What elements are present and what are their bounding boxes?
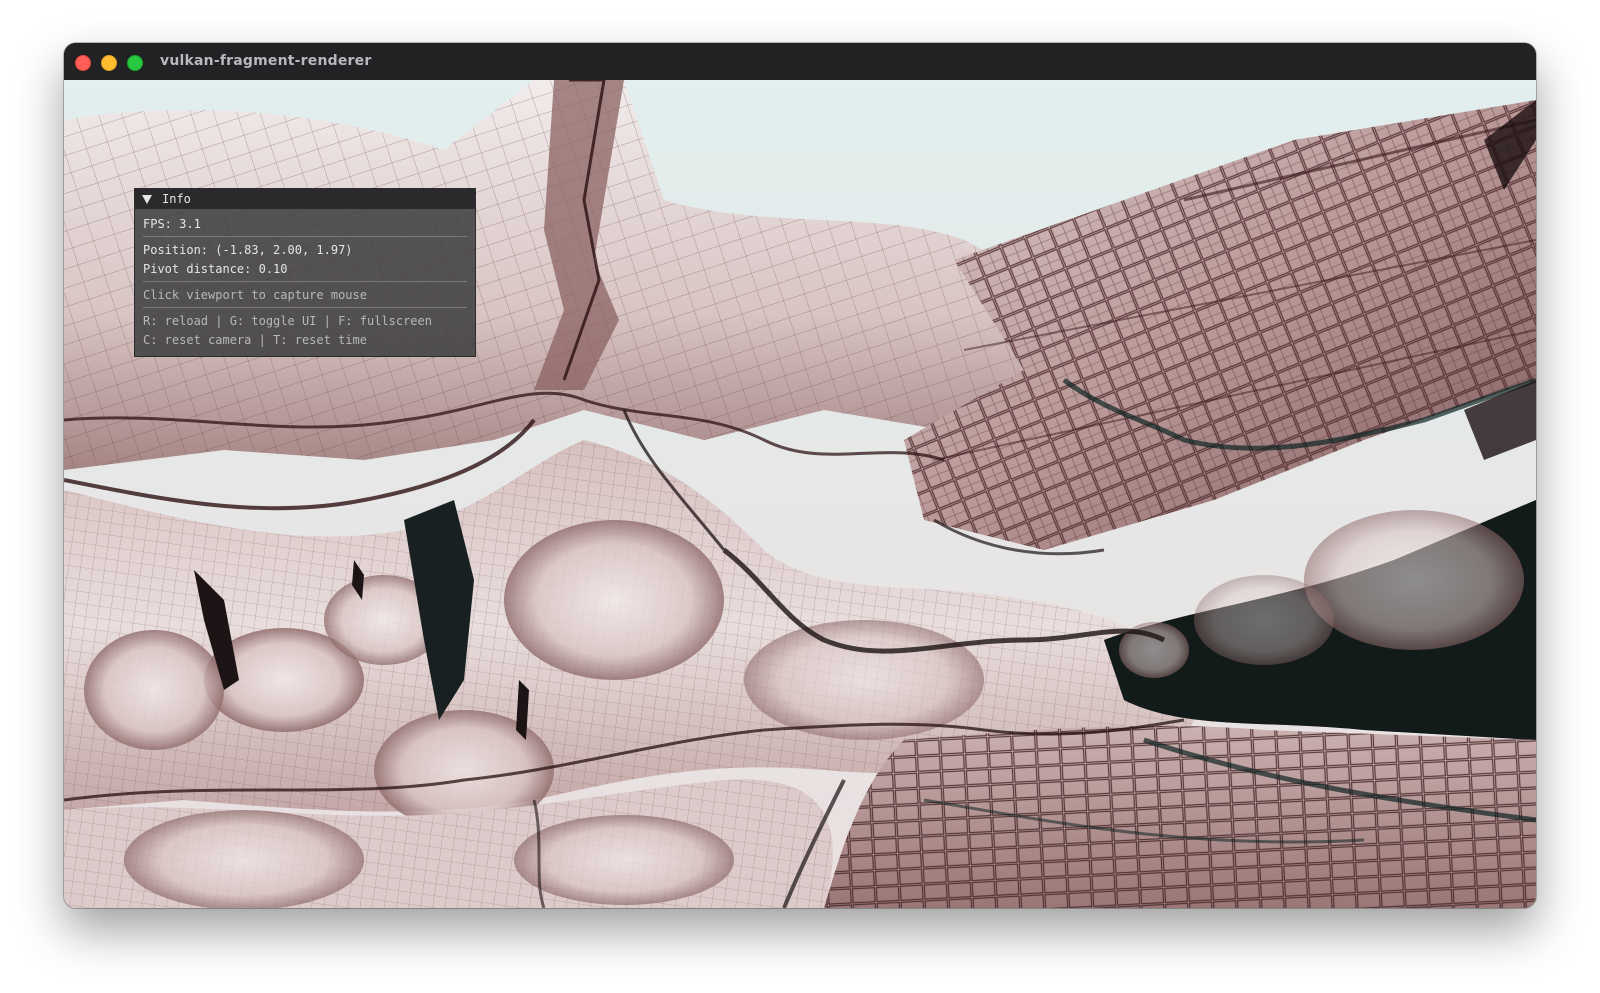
capture-mouse-hint: Click viewport to capture mouse xyxy=(143,288,367,302)
separator xyxy=(143,281,467,282)
info-panel-header[interactable]: Info xyxy=(135,189,475,209)
info-panel[interactable]: Info FPS: 3.1 Position: (-1.83, 2.00, 1.… xyxy=(134,188,476,357)
triangle-down-icon[interactable] xyxy=(142,194,152,204)
info-panel-body: FPS: 3.1 Position: (-1.83, 2.00, 1.97) P… xyxy=(135,209,475,356)
pivot-distance-readout: Pivot distance: 0.10 xyxy=(143,262,288,276)
separator xyxy=(143,236,467,237)
separator xyxy=(143,307,467,308)
render-viewport[interactable]: Info FPS: 3.1 Position: (-1.83, 2.00, 1.… xyxy=(64,80,1536,908)
fps-readout: FPS: 3.1 xyxy=(143,217,201,231)
maximize-button[interactable] xyxy=(127,55,143,71)
shortcuts-hint-2: C: reset camera | T: reset time xyxy=(143,333,367,347)
window-title: vulkan-fragment-renderer xyxy=(160,53,372,69)
shortcuts-hint-1: R: reload | G: toggle UI | F: fullscreen xyxy=(143,314,432,328)
minimize-button[interactable] xyxy=(101,55,117,71)
title-bar[interactable]: vulkan-fragment-renderer xyxy=(64,43,1536,81)
app-window: vulkan-fragment-renderer Info FPS: 3.1 P… xyxy=(64,43,1536,908)
close-button[interactable] xyxy=(75,55,91,71)
info-panel-title: Info xyxy=(162,192,191,206)
camera-position-readout: Position: (-1.83, 2.00, 1.97) xyxy=(143,243,353,257)
